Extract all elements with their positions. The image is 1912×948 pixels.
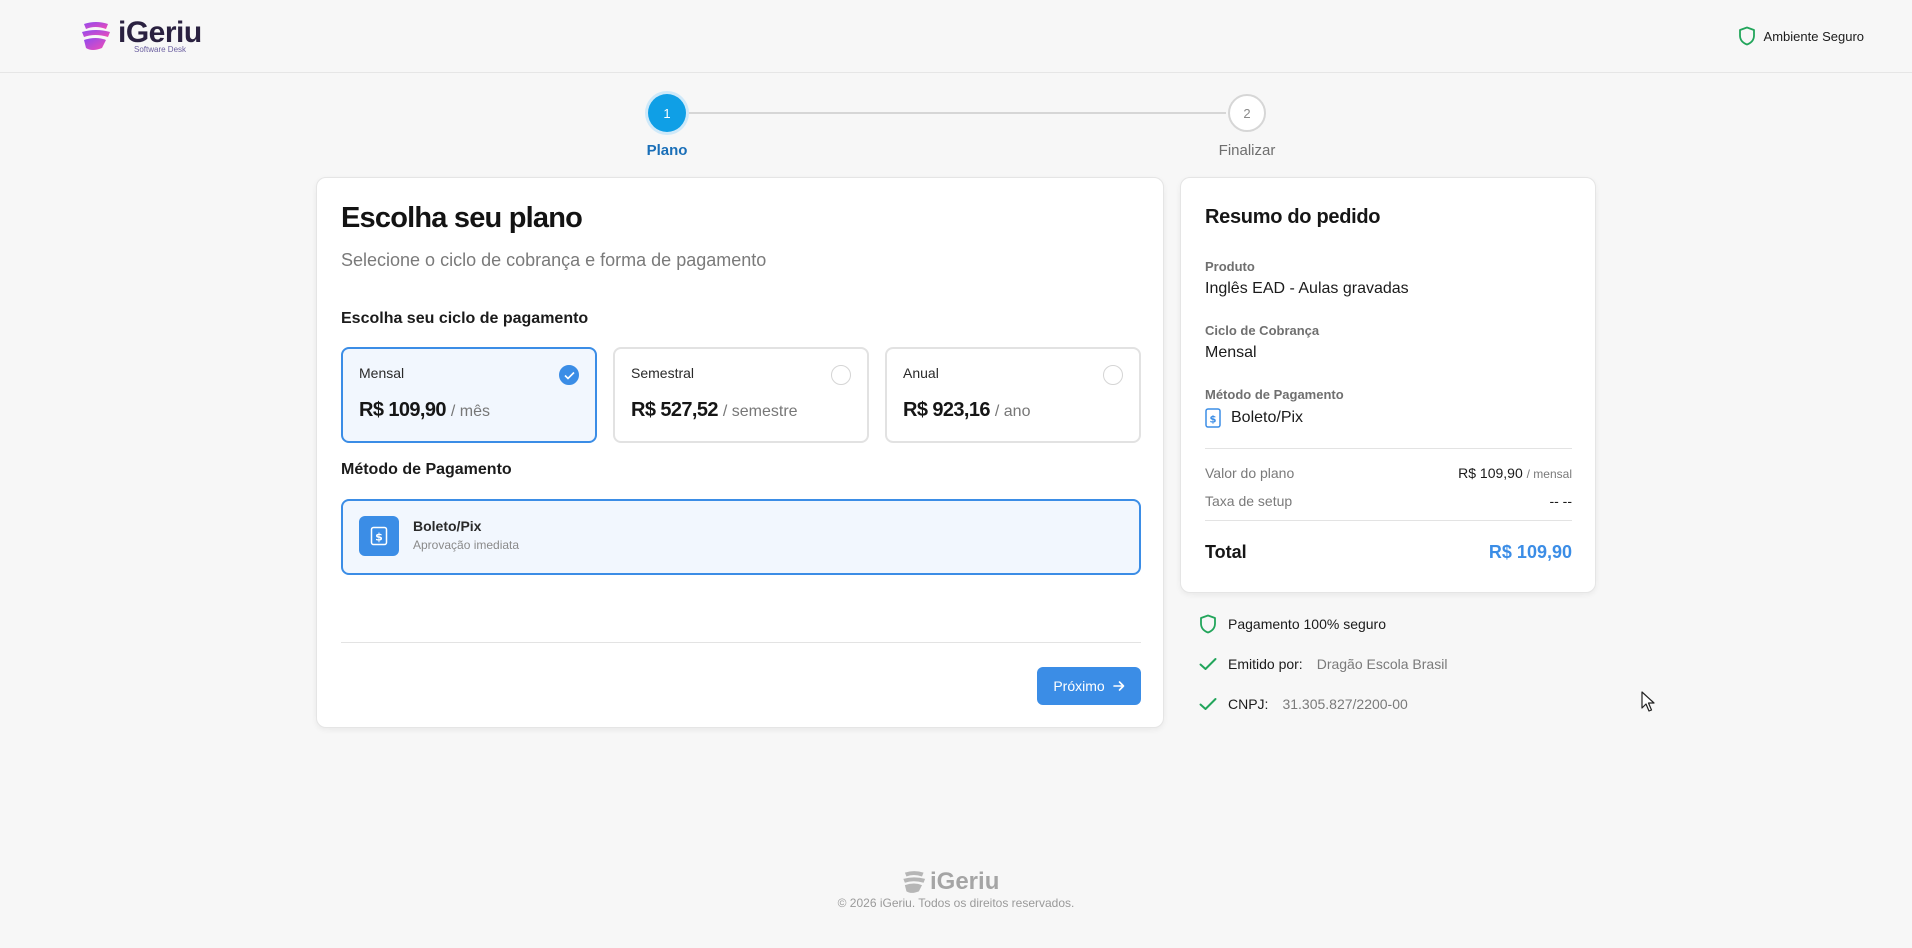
plan-name: Semestral bbox=[631, 365, 695, 381]
payment-method-boleto-pix[interactable]: $ Boleto/Pix Aprovação imediata bbox=[341, 499, 1141, 575]
step-label: Plano bbox=[646, 142, 688, 159]
cnpj-value: 31.305.827/2200-00 bbox=[1282, 696, 1408, 712]
payment-method-label: Método de Pagamento bbox=[1205, 387, 1344, 402]
plan-price-value: R$ 109,90 bbox=[359, 399, 447, 421]
page-subtitle: Selecione o ciclo de cobrança e forma de… bbox=[341, 250, 767, 270]
order-summary-card: Resumo do pedido Produto Inglês EAD - Au… bbox=[1180, 177, 1596, 593]
issuer-label: Emitido por: bbox=[1228, 656, 1303, 672]
plan-price: R$ 527,52 / semestre bbox=[631, 399, 798, 422]
plan-name: Anual bbox=[903, 365, 939, 381]
step-finalizar[interactable]: 2 Finalizar bbox=[1187, 94, 1307, 159]
plan-price-value: R$ 923,16 bbox=[903, 399, 991, 421]
summary-divider bbox=[1205, 448, 1572, 449]
plan-value-row: Valor do plano R$ 109,90 / mensal bbox=[1205, 465, 1572, 481]
checkout-stepper: 1 Plano 2 Finalizar bbox=[640, 94, 1290, 164]
shield-icon bbox=[1738, 26, 1755, 46]
plan-radio-checked[interactable] bbox=[559, 365, 579, 385]
plan-option-semestral[interactable]: Semestral R$ 527,52 / semestre bbox=[613, 347, 869, 443]
payment-method-description: Aprovação imediata bbox=[413, 538, 520, 552]
secure-environment-label: Ambiente Seguro bbox=[1763, 28, 1864, 44]
copyright-text: © 2026 iGeriu. Todos os direitos reserva… bbox=[837, 896, 1075, 910]
svg-text:$: $ bbox=[375, 531, 383, 544]
cnpj-note: CNPJ: 31.305.827/2200-00 bbox=[1198, 694, 1408, 714]
setup-fee-row: Taxa de setup -- -- bbox=[1205, 493, 1572, 509]
logo-wordmark: iGeriu bbox=[118, 16, 202, 49]
dollar-document-icon: $ bbox=[359, 516, 399, 556]
footer-logo-wordmark: iGeriu bbox=[930, 868, 1000, 895]
plan-option-anual[interactable]: Anual R$ 923,16 / ano bbox=[885, 347, 1141, 443]
total-value: R$ 109,90 bbox=[1488, 542, 1572, 562]
product-value: Inglês EAD - Aulas gravadas bbox=[1205, 280, 1409, 297]
setup-fee-value: -- -- bbox=[1549, 493, 1572, 509]
arrow-right-icon bbox=[1112, 681, 1124, 691]
payment-method-name: Boleto/Pix bbox=[413, 518, 482, 534]
step-number: 2 bbox=[1228, 94, 1266, 132]
mouse-cursor-icon bbox=[1641, 691, 1655, 712]
plan-period: / mês bbox=[450, 403, 490, 420]
next-button[interactable]: Próximo bbox=[1037, 667, 1141, 705]
check-icon bbox=[1199, 658, 1217, 670]
plan-value-unit: / mensal bbox=[1526, 467, 1572, 481]
step-number: 1 bbox=[648, 94, 686, 132]
secure-payment-note: Pagamento 100% seguro bbox=[1198, 614, 1386, 634]
setup-fee-label: Taxa de setup bbox=[1205, 493, 1293, 509]
page-title: Escolha seu plano bbox=[341, 202, 583, 234]
total-row: Total R$ 109,90 bbox=[1205, 542, 1572, 563]
plan-price: R$ 109,90 / mês bbox=[359, 399, 490, 422]
issuer-value: Dragão Escola Brasil bbox=[1316, 656, 1448, 672]
issuer-note: Emitido por: Dragão Escola Brasil bbox=[1198, 654, 1447, 674]
brand-logo[interactable]: iGeriu Software Desk bbox=[78, 18, 202, 54]
plan-name: Mensal bbox=[359, 365, 405, 381]
stepper-connector bbox=[686, 112, 1226, 114]
billing-cycle-label: Ciclo de Cobrança bbox=[1205, 323, 1320, 338]
plan-price: R$ 923,16 / ano bbox=[903, 399, 1030, 422]
billing-cycle-value: Mensal bbox=[1205, 344, 1257, 361]
cnpj-label: CNPJ: bbox=[1228, 696, 1269, 712]
plan-selection-card: Escolha seu plano Selecione o ciclo de c… bbox=[316, 177, 1164, 728]
plan-value-label: Valor do plano bbox=[1205, 465, 1295, 481]
plan-period: / semestre bbox=[722, 403, 798, 420]
plan-price-value: R$ 527,52 bbox=[631, 399, 719, 421]
summary-divider bbox=[1205, 520, 1572, 521]
payment-method-value: Boleto/Pix bbox=[1231, 409, 1304, 426]
shield-icon bbox=[1200, 614, 1216, 634]
total-label: Total bbox=[1205, 542, 1247, 562]
dollar-document-icon: $ bbox=[1205, 408, 1221, 428]
secure-payment-label: Pagamento 100% seguro bbox=[1228, 616, 1386, 632]
plan-period: / ano bbox=[994, 403, 1031, 420]
igeriu-logo-icon bbox=[82, 22, 110, 50]
order-summary-title: Resumo do pedido bbox=[1205, 206, 1381, 228]
step-label: Finalizar bbox=[1218, 142, 1276, 159]
next-button-label: Próximo bbox=[1053, 678, 1105, 694]
footer-logo: iGeriu bbox=[900, 868, 999, 896]
svg-text:$: $ bbox=[1210, 415, 1217, 426]
plan-value-amount: R$ 109,90 / mensal bbox=[1458, 465, 1572, 481]
secure-environment-badge: Ambiente Seguro bbox=[1738, 26, 1864, 46]
plan-radio[interactable] bbox=[831, 365, 851, 385]
top-bar: iGeriu Software Desk Ambiente Seguro bbox=[0, 0, 1912, 73]
divider bbox=[341, 642, 1141, 643]
step-plano[interactable]: 1 Plano bbox=[607, 94, 727, 159]
plan-option-mensal[interactable]: Mensal R$ 109,90 / mês bbox=[341, 347, 597, 443]
payment-method-heading: Método de Pagamento bbox=[341, 461, 512, 478]
plan-radio[interactable] bbox=[1103, 365, 1123, 385]
plan-value: R$ 109,90 bbox=[1458, 465, 1523, 481]
product-label: Produto bbox=[1205, 259, 1255, 274]
igeriu-logo-icon bbox=[903, 871, 926, 893]
check-icon bbox=[564, 371, 575, 380]
billing-cycle-heading: Escolha seu ciclo de pagamento bbox=[341, 310, 589, 327]
payment-method-summary: $ Boleto/Pix bbox=[1205, 408, 1303, 428]
check-icon bbox=[1199, 698, 1217, 710]
